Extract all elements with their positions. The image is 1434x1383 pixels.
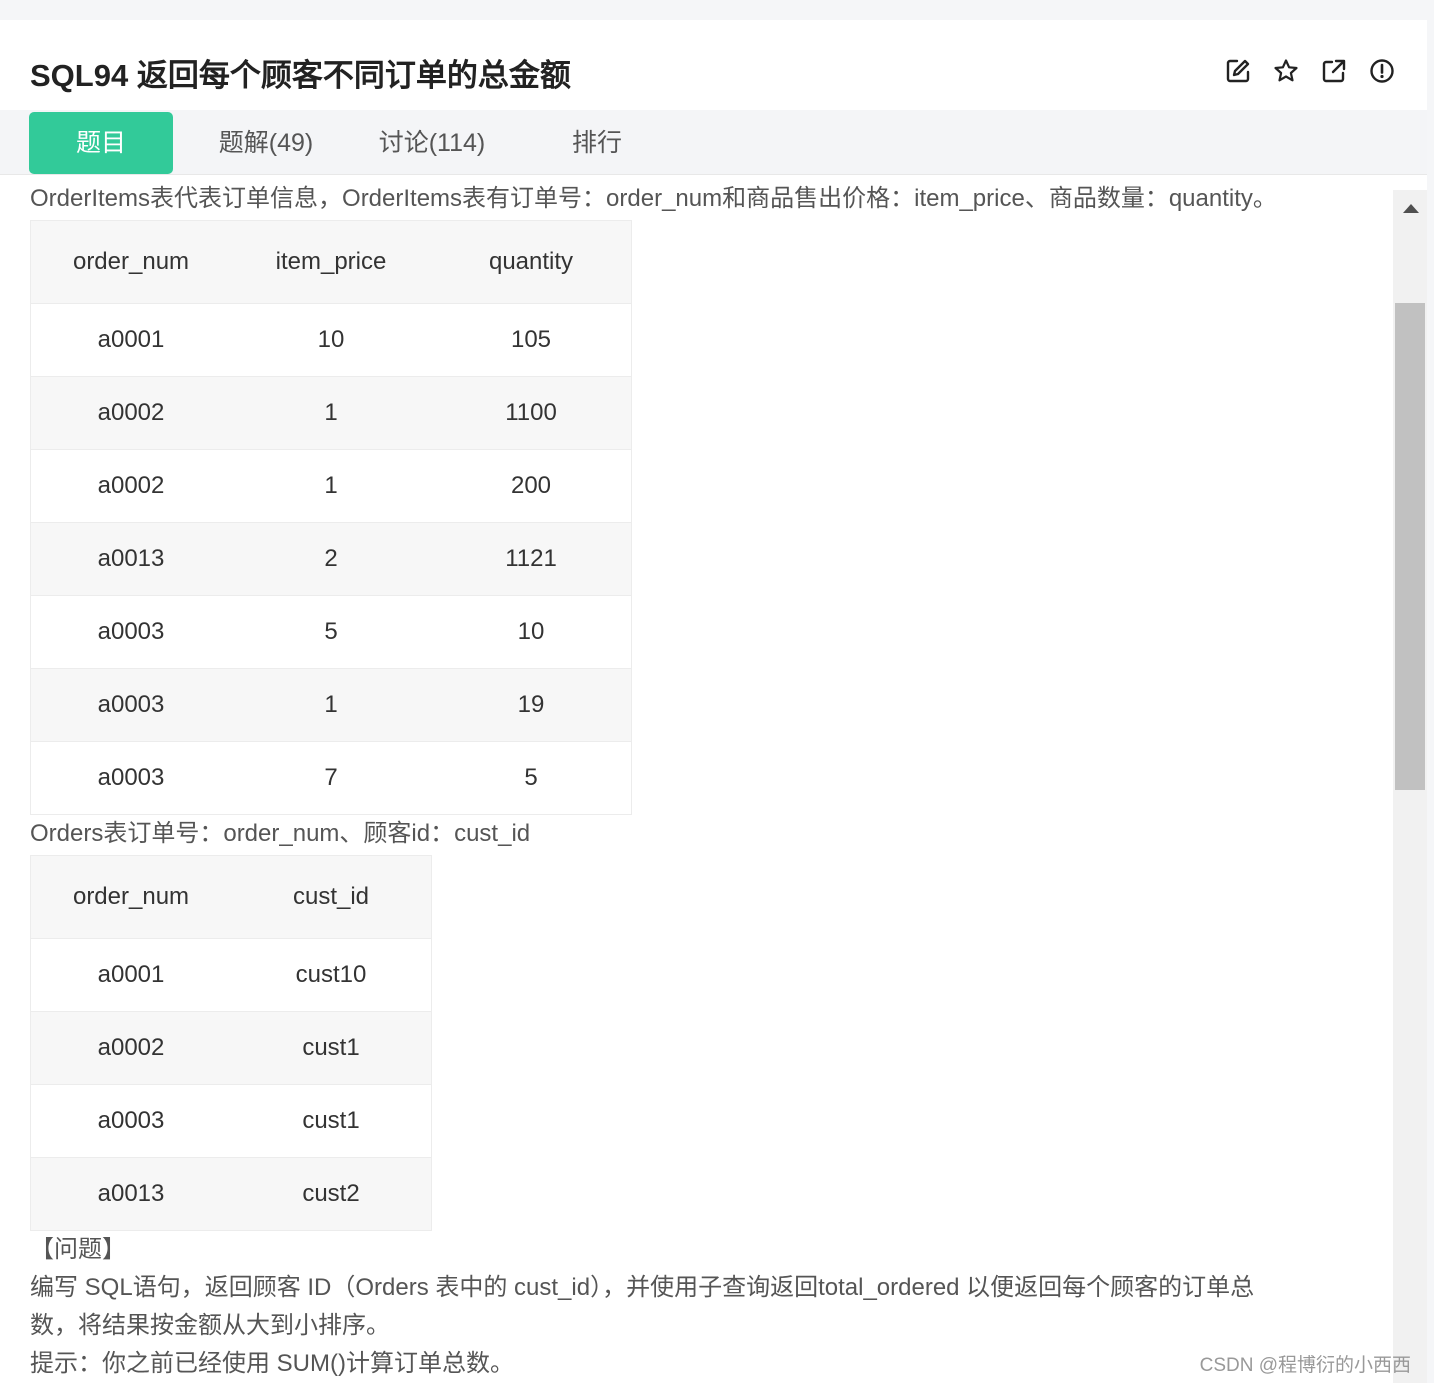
table-cell: 10	[431, 595, 632, 669]
table-row: a0013 2 1121	[30, 522, 632, 596]
question-text-line2: 数，将结果按金额从大到小排序。	[30, 1312, 390, 1339]
table-cell: a0013	[30, 522, 231, 596]
table-cell: 7	[231, 741, 431, 815]
table-cell: cust2	[231, 1157, 432, 1231]
orderitems-description: OrderItems表代表订单信息，OrderItems表有订单号：order_…	[30, 185, 1277, 212]
table-cell: a0002	[30, 449, 231, 523]
table-row: a0002 1 1100	[30, 376, 632, 450]
table-cell: 1121	[431, 522, 632, 596]
edit-icon[interactable]	[1225, 58, 1251, 84]
table-cell: 1	[231, 668, 431, 742]
table-cell: cust1	[231, 1011, 432, 1085]
page-title: SQL94 返回每个顾客不同订单的总金额	[30, 58, 571, 93]
column-header: order_num	[30, 855, 231, 939]
table-cell: a0001	[30, 303, 231, 377]
table-cell: 5	[231, 595, 431, 669]
table-row: a0002 cust1	[30, 1011, 432, 1085]
tab-discussion[interactable]: 讨论(114)	[365, 112, 499, 174]
table-cell: 105	[431, 303, 632, 377]
table-row: a0002 1 200	[30, 449, 632, 523]
table-cell: 19	[431, 668, 632, 742]
table-cell: a0001	[30, 938, 231, 1012]
table-cell: 1	[231, 376, 431, 450]
table-cell: a0013	[30, 1157, 231, 1231]
table-cell: cust1	[231, 1084, 432, 1158]
problem-header: SQL94 返回每个顾客不同订单的总金额	[0, 20, 1427, 110]
table-cell: 200	[431, 449, 632, 523]
orders-description: Orders表订单号：order_num、顾客id：cust_id	[30, 820, 531, 847]
info-icon[interactable]	[1369, 58, 1395, 84]
table-cell: 5	[431, 741, 632, 815]
tab-solutions[interactable]: 题解(49)	[205, 112, 327, 174]
question-text-line1: 编写 SQL语句，返回顾客 ID（Orders 表中的 cust_id），并使用…	[30, 1274, 1255, 1301]
table-cell: 1100	[431, 376, 632, 450]
column-header: item_price	[231, 220, 431, 304]
external-link-icon[interactable]	[1321, 58, 1347, 84]
column-header: quantity	[431, 220, 632, 304]
column-header: order_num	[30, 220, 231, 304]
table-cell: a0002	[30, 1011, 231, 1085]
scroll-thumb[interactable]	[1395, 303, 1425, 790]
table-cell: cust10	[231, 938, 432, 1012]
star-icon[interactable]	[1273, 58, 1299, 84]
table-row: a0003 cust1	[30, 1084, 432, 1158]
tab-problem[interactable]: 题目	[29, 112, 173, 174]
scroll-up-arrow-icon[interactable]	[1403, 204, 1419, 213]
problem-page: SQL94 返回每个顾客不同订单的总金额 题目 题解(49) 讨论(114) 排…	[0, 20, 1427, 1383]
tab-bar: 题目 题解(49) 讨论(114) 排行	[0, 110, 1427, 175]
orders-table: order_num cust_id a0001 cust10 a0002 cus…	[30, 855, 432, 1231]
table-row: a0001 10 105	[30, 303, 632, 377]
table-cell: 1	[231, 449, 431, 523]
question-hint: 提示：你之前已经使用 SUM()计算订单总数。	[30, 1350, 514, 1377]
column-header: cust_id	[231, 855, 432, 939]
table-cell: a0003	[30, 595, 231, 669]
orderitems-table: order_num item_price quantity a0001 10 1…	[30, 220, 632, 815]
table-row: a0003 5 10	[30, 595, 632, 669]
header-actions	[1225, 58, 1395, 84]
table-cell: a0003	[30, 1084, 231, 1158]
table-cell: 10	[231, 303, 431, 377]
table-header-row: order_num cust_id	[30, 855, 432, 939]
table-row: a0001 cust10	[30, 938, 432, 1012]
table-header-row: order_num item_price quantity	[30, 220, 632, 304]
question-heading: 【问题】	[30, 1236, 126, 1263]
problem-content: OrderItems表代表订单信息，OrderItems表有订单号：order_…	[30, 180, 1380, 1383]
content-scrollbar[interactable]	[1393, 190, 1427, 1383]
table-cell: a0003	[30, 741, 231, 815]
table-cell: 2	[231, 522, 431, 596]
tab-ranking[interactable]: 排行	[555, 112, 639, 174]
table-row: a0003 1 19	[30, 668, 632, 742]
table-cell: a0003	[30, 668, 231, 742]
table-row: a0003 7 5	[30, 741, 632, 815]
table-cell: a0002	[30, 376, 231, 450]
watermark: CSDN @程博衍的小西西	[1199, 1355, 1411, 1376]
table-row: a0013 cust2	[30, 1157, 432, 1231]
